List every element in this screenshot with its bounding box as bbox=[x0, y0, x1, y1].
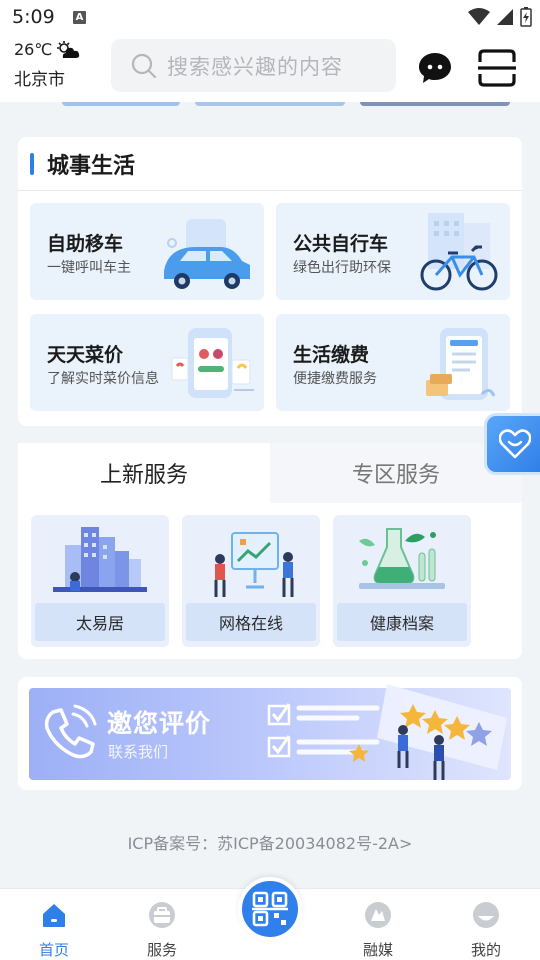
message-icon[interactable] bbox=[418, 52, 452, 84]
briefcase-icon bbox=[149, 902, 175, 928]
service-grid-online[interactable]: 网格在线 bbox=[182, 515, 320, 647]
nav-home[interactable]: 首页 bbox=[19, 901, 89, 960]
search-placeholder: 搜索感兴趣的内容 bbox=[167, 54, 343, 79]
floating-care-button[interactable] bbox=[484, 413, 540, 475]
services-card: 上新服务 专区服务 太易居 网格在线 健康档案 bbox=[18, 443, 522, 659]
signal-icon bbox=[497, 9, 513, 25]
banner-peek-3 bbox=[360, 102, 510, 106]
phone-call-icon bbox=[44, 704, 97, 759]
title-accent-bar bbox=[30, 153, 34, 175]
top-header: 26℃ 北京市 搜索感兴趣的内容 bbox=[0, 34, 540, 102]
nav-services[interactable]: 服务 bbox=[127, 901, 197, 960]
weather-widget[interactable]: 26℃ 北京市 bbox=[14, 40, 80, 90]
temperature-text: 26℃ bbox=[14, 40, 53, 59]
status-bar: 5:09 A bbox=[0, 0, 540, 34]
media-icon bbox=[365, 902, 391, 928]
nav-scan-center-button[interactable] bbox=[238, 877, 302, 941]
service-health-record[interactable]: 健康档案 bbox=[333, 515, 471, 647]
icp-record-text[interactable]: ICP备案号：苏ICP备20034082号-2A> bbox=[0, 830, 540, 854]
tile-public-bicycle[interactable]: 公共自行车 绿色出行助环保 bbox=[276, 203, 510, 300]
system-icons bbox=[468, 7, 532, 27]
search-bar[interactable]: 搜索感兴趣的内容 bbox=[111, 39, 396, 92]
nav-profile[interactable]: 我的 bbox=[451, 901, 521, 960]
banner-peek-2 bbox=[195, 102, 345, 106]
search-icon bbox=[131, 53, 157, 78]
battery-icon bbox=[520, 7, 532, 27]
bottom-navigation: 首页 服务 融媒 我的 bbox=[0, 877, 540, 960]
checklist-illustration-icon bbox=[267, 684, 507, 780]
health-lab-icon bbox=[359, 528, 445, 589]
evaluate-banner[interactable]: 邀您评价 联系我们 bbox=[29, 684, 511, 780]
scan-icon[interactable] bbox=[477, 48, 517, 88]
evaluate-subtitle: 联系我们 bbox=[108, 743, 169, 761]
scan-code-icon bbox=[252, 891, 288, 927]
heart-smile-icon bbox=[499, 429, 531, 459]
city-name: 北京市 bbox=[14, 70, 65, 90]
bicycle-icon bbox=[420, 213, 498, 291]
city-life-title: 城事生活 bbox=[30, 151, 135, 179]
service-taiyiju[interactable]: 太易居 bbox=[31, 515, 169, 647]
home-icon bbox=[43, 904, 65, 927]
tab-new-services[interactable]: 上新服务 bbox=[18, 443, 270, 503]
tile-self-move-car[interactable]: 自助移车 一键呼叫车主 bbox=[30, 203, 264, 300]
evaluate-card: 邀您评价 联系我们 bbox=[18, 677, 522, 790]
divider bbox=[18, 190, 522, 191]
vegetable-price-icon bbox=[171, 328, 254, 398]
city-life-card: 城事生活 自助移车 一键呼叫车主 公共自行车 绿色出行助环保 天天菜价 了解实时… bbox=[18, 137, 522, 426]
status-time: 5:09 bbox=[12, 6, 55, 28]
city-buildings-icon bbox=[53, 527, 147, 592]
presentation-board-icon bbox=[214, 532, 294, 597]
car-icon bbox=[164, 219, 250, 289]
notification-a-icon: A bbox=[73, 11, 86, 24]
nav-media[interactable]: 融媒 bbox=[343, 901, 413, 960]
partly-cloudy-icon bbox=[57, 40, 80, 58]
profile-icon bbox=[473, 902, 499, 928]
banner-peek-1 bbox=[62, 102, 180, 106]
tile-daily-vegetable-price[interactable]: 天天菜价 了解实时菜价信息 bbox=[30, 314, 264, 411]
evaluate-title: 邀您评价 bbox=[107, 709, 212, 738]
wifi-icon bbox=[468, 8, 490, 25]
tile-living-payment[interactable]: 生活缴费 便捷缴费服务 bbox=[276, 314, 510, 411]
bill-payment-icon bbox=[426, 328, 496, 400]
